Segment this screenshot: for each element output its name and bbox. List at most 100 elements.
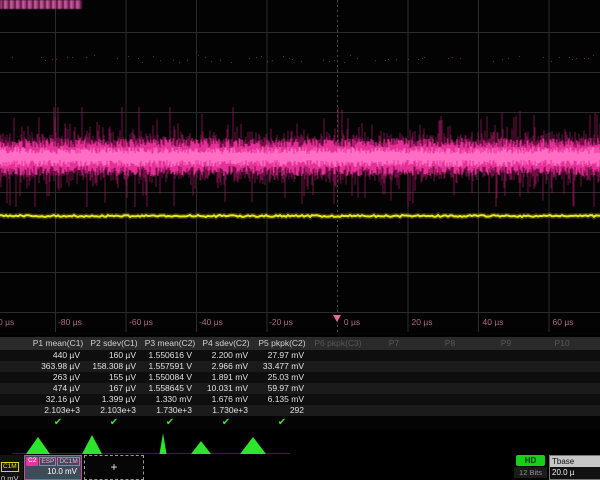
- measure-min-p9: [478, 372, 534, 383]
- measure-num-p8: [422, 405, 478, 416]
- measure-sdev-p1: 32.16 µV: [30, 394, 86, 405]
- measure-num-p2: 2.103e+3: [86, 405, 142, 416]
- histicon-p1: [26, 437, 50, 454]
- time-axis-label: -100 µs: [0, 317, 14, 327]
- measure-sdev-p11: [590, 394, 600, 405]
- measure-value-p5: 27.97 mV: [254, 350, 310, 361]
- measure-max-p6: [310, 383, 366, 394]
- measure-sdev-p10: [534, 394, 590, 405]
- measure-sdev-p8: [422, 394, 478, 405]
- histicon-p3: [160, 433, 167, 454]
- timebase-per-div: 20.0 µ: [550, 467, 600, 479]
- measure-num-p9: [478, 405, 534, 416]
- measure-max-p5: 59.97 mV: [254, 383, 310, 394]
- histicon-p2: [82, 435, 102, 454]
- measure-header-p1[interactable]: P1 mean(C1): [30, 337, 86, 350]
- measure-min-p10: [534, 372, 590, 383]
- time-axis-label: -80 µs: [58, 317, 82, 327]
- measure-min-p5: 25.03 mV: [254, 372, 310, 383]
- measure-min-p7: [366, 372, 422, 383]
- waveform-display[interactable]: -100 µs-80 µs-60 µs-40 µs-20 µs0 µs20 µs…: [0, 0, 600, 335]
- measure-value-p1: 440 µV: [30, 350, 86, 361]
- measure-min-p2: 155 µV: [86, 372, 142, 383]
- time-axis-label: 60 µs: [553, 317, 574, 327]
- measure-value-p7: [366, 350, 422, 361]
- measure-status-p6: [310, 416, 366, 430]
- measure-num-p10: [534, 405, 590, 416]
- measure-value-p2: 160 µV: [86, 350, 142, 361]
- measure-status-p9: [478, 416, 534, 430]
- measure-max-p3: 1.558645 V: [142, 383, 198, 394]
- measure-max-p1: 474 µV: [30, 383, 86, 394]
- measure-value-p11: [590, 350, 600, 361]
- measure-status-p4: ✔: [198, 416, 254, 430]
- measure-status-p1: ✔: [30, 416, 86, 430]
- measure-max-p7: [366, 383, 422, 394]
- measure-max-p9: [478, 383, 534, 394]
- c1-coupling-badge: C1M: [1, 462, 19, 472]
- measure-header-p5[interactable]: P5 pkpk(C2): [254, 337, 310, 350]
- measure-header-p4[interactable]: P4 sdev(C2): [198, 337, 254, 350]
- c1-channel-descriptor[interactable]: C1M 0 mV: [0, 455, 23, 480]
- measure-mean-p2: 158.308 µV: [86, 361, 142, 372]
- measure-num-p4: 1.730e+3: [198, 405, 254, 416]
- measure-mean-p8: [422, 361, 478, 372]
- measure-header-p9[interactable]: P9: [478, 337, 534, 350]
- c2-channel-descriptor[interactable]: C2 ESP DC1M 10.0 mV: [24, 455, 82, 480]
- measure-value-p6: [310, 350, 366, 361]
- measure-min-p11: [590, 372, 600, 383]
- measure-table: P1 mean(C1)P2 sdev(C1)P3 mean(C2)P4 sdev…: [0, 337, 600, 430]
- measure-min-p6: [310, 372, 366, 383]
- add-trace-slot[interactable]: +: [84, 455, 144, 480]
- measure-header-p10[interactable]: P10: [534, 337, 590, 350]
- oscilloscope-screen: -100 µs-80 µs-60 µs-40 µs-20 µs0 µs20 µs…: [0, 0, 600, 480]
- measure-max-p4: 10.031 mV: [198, 383, 254, 394]
- descriptor-bar: C1M 0 mV C2 ESP DC1M 10.0 mV + HD 12 Bit…: [0, 454, 600, 480]
- measure-header-p11[interactable]: P11: [590, 337, 600, 350]
- measure-header-p3[interactable]: P3 mean(C2): [142, 337, 198, 350]
- time-axis: -100 µs-80 µs-60 µs-40 µs-20 µs0 µs20 µs…: [0, 317, 600, 331]
- measure-mean-p11: [590, 361, 600, 372]
- measure-max-p11: [590, 383, 600, 394]
- c1-volts-per-div: 0 mV: [0, 473, 23, 480]
- measure-sdev-p5: 6.135 mV: [254, 394, 310, 405]
- measure-status-p10: [534, 416, 590, 430]
- measure-mean-p6: [310, 361, 366, 372]
- measure-header-p6[interactable]: P6 pkpk(C3): [310, 337, 366, 350]
- measure-status-p8: [422, 416, 478, 430]
- timebase-title: Tbase: [550, 456, 600, 467]
- measure-value-p10: [534, 350, 590, 361]
- measure-num-p6: [310, 405, 366, 416]
- measure-status-p7: [366, 416, 422, 430]
- measure-mean-p5: 33.477 mV: [254, 361, 310, 372]
- histicon-p4: [191, 441, 211, 454]
- c2-volts-per-div: 10.0 mV: [25, 466, 81, 478]
- measure-min-p4: 1.891 mV: [198, 372, 254, 383]
- measure-mean-p4: 2.966 mV: [198, 361, 254, 372]
- measure-mean-p10: [534, 361, 590, 372]
- measure-num-p3: 1.730e+3: [142, 405, 198, 416]
- time-axis-label: -60 µs: [129, 317, 153, 327]
- measure-status-p11: [590, 416, 600, 430]
- timebase-descriptor[interactable]: Tbase 20.0 µ: [549, 455, 600, 480]
- measure-sdev-p2: 1.399 µV: [86, 394, 142, 405]
- time-axis-label: 0 µs: [344, 317, 360, 327]
- cropped-top-text: [0, 0, 82, 9]
- measure-min-p8: [422, 372, 478, 383]
- measure-max-p2: 167 µV: [86, 383, 142, 394]
- c2-coupling-badge: DC1M: [57, 457, 79, 466]
- hd-mode-badge[interactable]: HD: [516, 455, 545, 466]
- measure-num-p5: 292: [254, 405, 310, 416]
- measure-sdev-p9: [478, 394, 534, 405]
- measure-header-p2[interactable]: P2 sdev(C1): [86, 337, 142, 350]
- measure-value-p9: [478, 350, 534, 361]
- measure-num-p11: [590, 405, 600, 416]
- measure-value-p3: 1.550616 V: [142, 350, 198, 361]
- measure-sdev-p3: 1.330 mV: [142, 394, 198, 405]
- time-axis-label: 20 µs: [412, 317, 433, 327]
- trigger-position-marker[interactable]: [333, 315, 341, 322]
- measure-status-p5: ✔: [254, 416, 310, 430]
- measure-header-p7[interactable]: P7: [366, 337, 422, 350]
- measure-header-p8[interactable]: P8: [422, 337, 478, 350]
- measure-mean-p1: 363.98 µV: [30, 361, 86, 372]
